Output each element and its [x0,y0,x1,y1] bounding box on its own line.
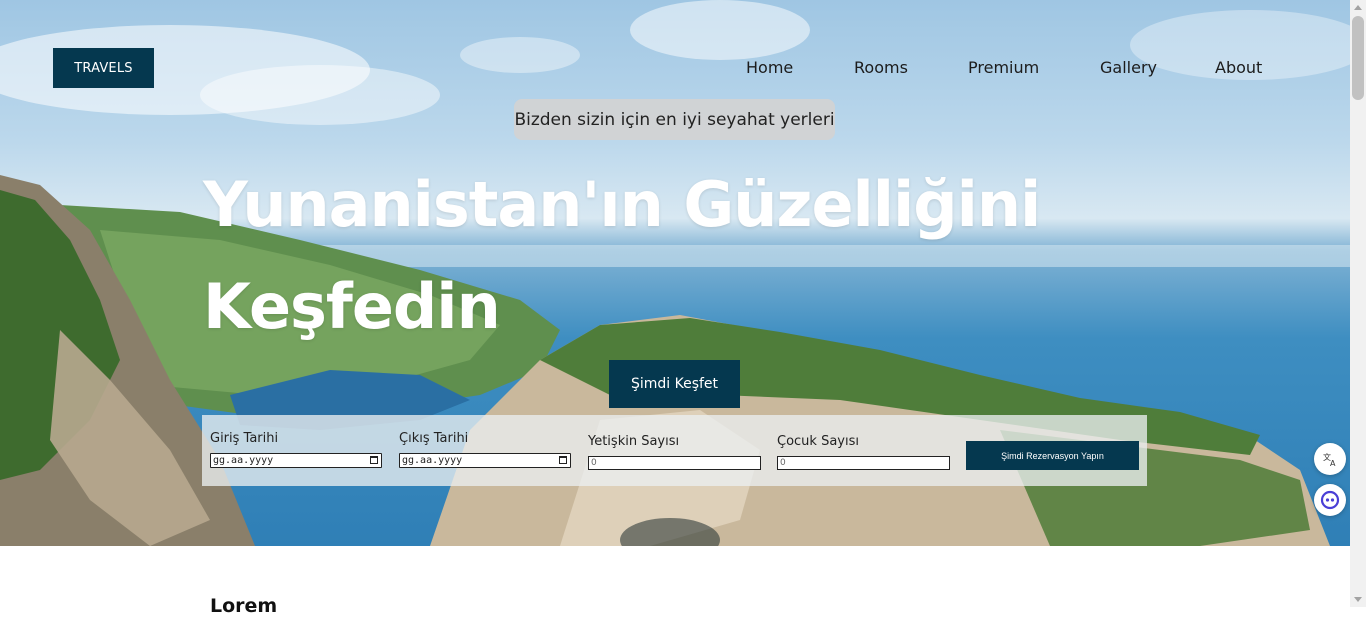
assistant-icon [1320,490,1340,510]
nav-item-gallery[interactable]: Gallery [1100,58,1157,77]
checkout-field: Çıkış Tarihi gg.aa.yyyy [399,415,574,486]
checkin-date-input[interactable]: gg.aa.yyyy [210,453,382,468]
content-heading: Lorem [210,595,278,617]
scroll-down-icon[interactable] [1354,597,1362,602]
logo-button[interactable]: TRAVELS [53,48,154,88]
translate-icon: 文 A [1323,452,1336,467]
checkin-placeholder: gg.aa.yyyy [213,455,274,466]
hero-section: TRAVELS Home Rooms Premium Gallery About… [0,0,1350,546]
booking-form: Giriş Tarihi gg.aa.yyyy Çıkış Tarihi gg.… [202,415,1147,486]
scroll-up-icon[interactable] [1354,5,1362,10]
adults-input[interactable]: 0 [588,456,761,470]
scrollbar-thumb[interactable] [1352,16,1364,100]
explore-now-button[interactable]: Şimdi Keşfet [609,360,740,408]
checkout-label: Çıkış Tarihi [399,431,469,446]
nav-item-about[interactable]: About [1215,58,1262,77]
checkin-field: Giriş Tarihi gg.aa.yyyy [210,415,385,486]
hero-headline: Yunanistan'ın Güzelliğini Keşfedin [203,154,1143,358]
hero-tagline: Bizden sizin için en iyi seyahat yerleri [514,99,835,140]
calendar-icon[interactable] [559,456,567,464]
children-field: Çocuk Sayısı 0 [777,415,952,486]
headline-line-2: Keşfedin [203,270,501,343]
translate-button[interactable]: 文 A [1314,443,1346,475]
adults-label: Yetişkin Sayısı [588,434,680,449]
nav-item-premium[interactable]: Premium [968,58,1039,77]
page-scrollbar[interactable] [1350,0,1366,607]
checkout-placeholder: gg.aa.yyyy [402,455,463,466]
nav-item-home[interactable]: Home [746,58,793,77]
headline-line-1: Yunanistan'ın Güzelliğini [203,168,1041,241]
adults-field: Yetişkin Sayısı 0 [588,415,763,486]
nav-item-rooms[interactable]: Rooms [854,58,908,77]
checkout-date-input[interactable]: gg.aa.yyyy [399,453,571,468]
calendar-icon[interactable] [370,456,378,464]
assistant-button[interactable] [1314,484,1346,516]
svg-text:A: A [1330,459,1336,467]
children-label: Çocuk Sayısı [777,434,859,449]
book-now-button[interactable]: Şimdi Rezervasyon Yapın [966,441,1139,470]
children-input[interactable]: 0 [777,456,950,470]
content-section-heading: Lorem [210,595,277,617]
checkin-label: Giriş Tarihi [210,431,279,446]
